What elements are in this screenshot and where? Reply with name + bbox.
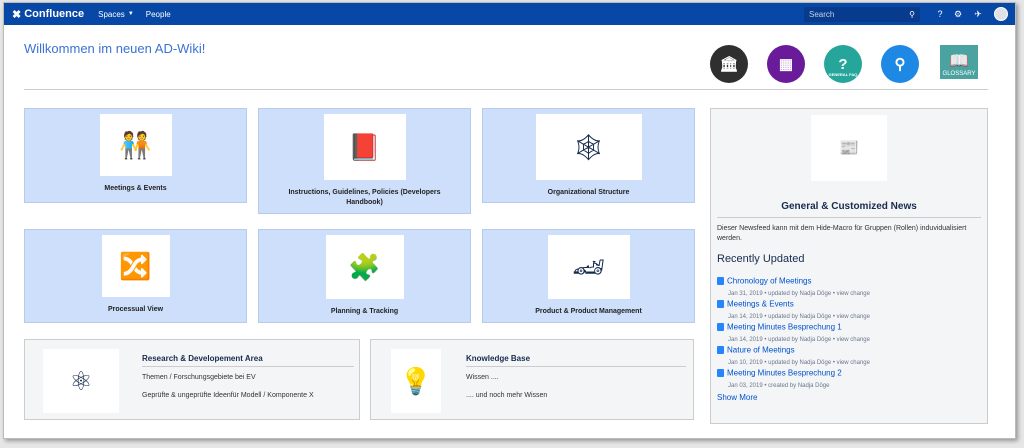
gear-icon[interactable]: ⚙ [952, 8, 964, 20]
list-item: Meetings & Events Jan 14, 2019 • updated… [717, 295, 870, 320]
page-icon [717, 368, 724, 377]
tile-planning-tracking[interactable]: 🧩 Planning & Tracking [258, 229, 471, 323]
tile-meetings-events[interactable]: 🧑‍🤝‍🧑 Meetings & Events [24, 108, 247, 203]
glossary-button[interactable]: 📖 GLOSSARY [940, 45, 978, 79]
tile-label: Product & Product Management [535, 308, 642, 315]
product-image: 🏎 [547, 235, 630, 299]
tile-label: Planning & Tracking [330, 308, 399, 315]
tile-product-management[interactable]: 🏎 Product & Product Management [482, 229, 695, 323]
tile-instructions[interactable]: 📕 Instructions, Guidelines, Policies (De… [258, 108, 471, 214]
divider [24, 89, 988, 90]
tile-text: Themen / Forschungsgebiete bei EV [142, 374, 256, 381]
tile-label: Processual View [107, 306, 164, 313]
list-item: Chronology of Meetings Jan 31, 2019 • up… [717, 272, 870, 297]
news-description: Dieser Newsfeed kann mit dem Hide-Macro … [717, 225, 967, 242]
tile-processual-view[interactable]: 🔀 Processual View [24, 229, 247, 323]
recently-updated-heading: Recently Updated [717, 253, 805, 265]
handbook-image: 📕 [323, 114, 406, 180]
tile-label: Instructions, Guidelines, Policies (Deve… [288, 189, 441, 206]
divider [717, 217, 981, 218]
research-image: ⚛ [43, 349, 119, 413]
tile-text: Geprüfte & ungeprüfte Ideenfür Modell / … [142, 392, 314, 399]
notifications-icon[interactable]: ✈ [972, 8, 984, 20]
news-title: General & Customized News [781, 201, 917, 212]
faq-caption: GENERAL FAQ [828, 72, 858, 77]
question-icon[interactable]: ? GENERAL FAQ [824, 45, 862, 83]
divider [142, 366, 354, 367]
news-image: 📰 [811, 115, 887, 181]
page-link[interactable]: Nature of Meetings [727, 345, 795, 354]
tile-title: Knowledge Base [466, 354, 531, 363]
confluence-logo-icon: ✖ [12, 8, 22, 21]
search-placeholder: Search [809, 10, 835, 19]
person-search-icon[interactable]: ⚲ [881, 45, 919, 83]
show-more-link[interactable]: Show More [717, 393, 757, 402]
top-navigation-bar: ✖ Confluence Spaces ▼ People Search ⚲ ? … [4, 3, 1015, 25]
glossary-caption: GLOSSARY [942, 71, 976, 77]
org-structure-image: 🕸 [535, 114, 642, 180]
confluence-logo[interactable]: ✖ Confluence [12, 8, 84, 21]
tile-label: Meetings & Events [104, 185, 167, 192]
list-item: Nature of Meetings Jan 10, 2019 • update… [717, 341, 870, 366]
page-link[interactable]: Meetings & Events [727, 299, 794, 308]
page-icon [717, 276, 724, 285]
process-image: 🔀 [101, 235, 170, 297]
news-panel: 📰 General & Customized News Dieser Newsf… [710, 108, 988, 424]
nav-spaces-label: Spaces [98, 9, 125, 19]
search-input[interactable]: Search ⚲ [804, 7, 920, 22]
avatar[interactable] [994, 7, 1008, 21]
tile-title: Research & Developement Area [142, 354, 263, 363]
tile-label: Organizational Structure [547, 189, 630, 196]
chevron-down-icon: ▼ [127, 11, 134, 17]
help-icon[interactable]: ? [934, 8, 946, 20]
planning-image: 🧩 [325, 235, 404, 299]
book-icon: 📖 [949, 53, 969, 70]
tile-text: Wissen .... [466, 374, 499, 381]
meetings-image: 🧑‍🤝‍🧑 [99, 114, 172, 176]
tile-organizational-structure[interactable]: 🕸 Organizational Structure [482, 108, 695, 203]
app-name: Confluence [24, 8, 85, 20]
tile-research-development[interactable]: ⚛ Research & Developement Area Themen / … [24, 339, 360, 420]
page-icon [717, 322, 724, 331]
presentation-icon[interactable]: ▦ [767, 45, 805, 83]
list-item: Meeting Minutes Besprechung 1 Jan 14, 20… [717, 318, 870, 343]
confluence-window: ✖ Confluence Spaces ▼ People Search ⚲ ? … [3, 2, 1016, 439]
knowledge-image: 💡 [391, 349, 441, 413]
tile-knowledge-base[interactable]: 💡 Knowledge Base Wissen .... .... und no… [370, 339, 694, 420]
list-item: Meeting Minutes Besprechung 2 Jan 03, 20… [717, 364, 842, 389]
nav-people-label: People [145, 9, 171, 19]
search-icon: ⚲ [909, 10, 915, 19]
page-icon [717, 299, 724, 308]
page-link[interactable]: Chronology of Meetings [727, 276, 812, 285]
page-title: Willkommen im neuen AD-Wiki! [24, 41, 206, 56]
page-icon [717, 345, 724, 354]
page-link[interactable]: Meeting Minutes Besprechung 2 [727, 368, 842, 377]
page-link[interactable]: Meeting Minutes Besprechung 1 [727, 322, 842, 331]
bank-icon[interactable]: 🏛 [710, 45, 748, 83]
nav-spaces[interactable]: Spaces ▼ [98, 10, 134, 19]
nav-people[interactable]: People [146, 10, 171, 19]
update-meta: Jan 03, 2019 • created by Nadja Döge [728, 383, 830, 389]
tile-text: .... und noch mehr Wissen [466, 392, 548, 399]
divider [466, 366, 686, 367]
